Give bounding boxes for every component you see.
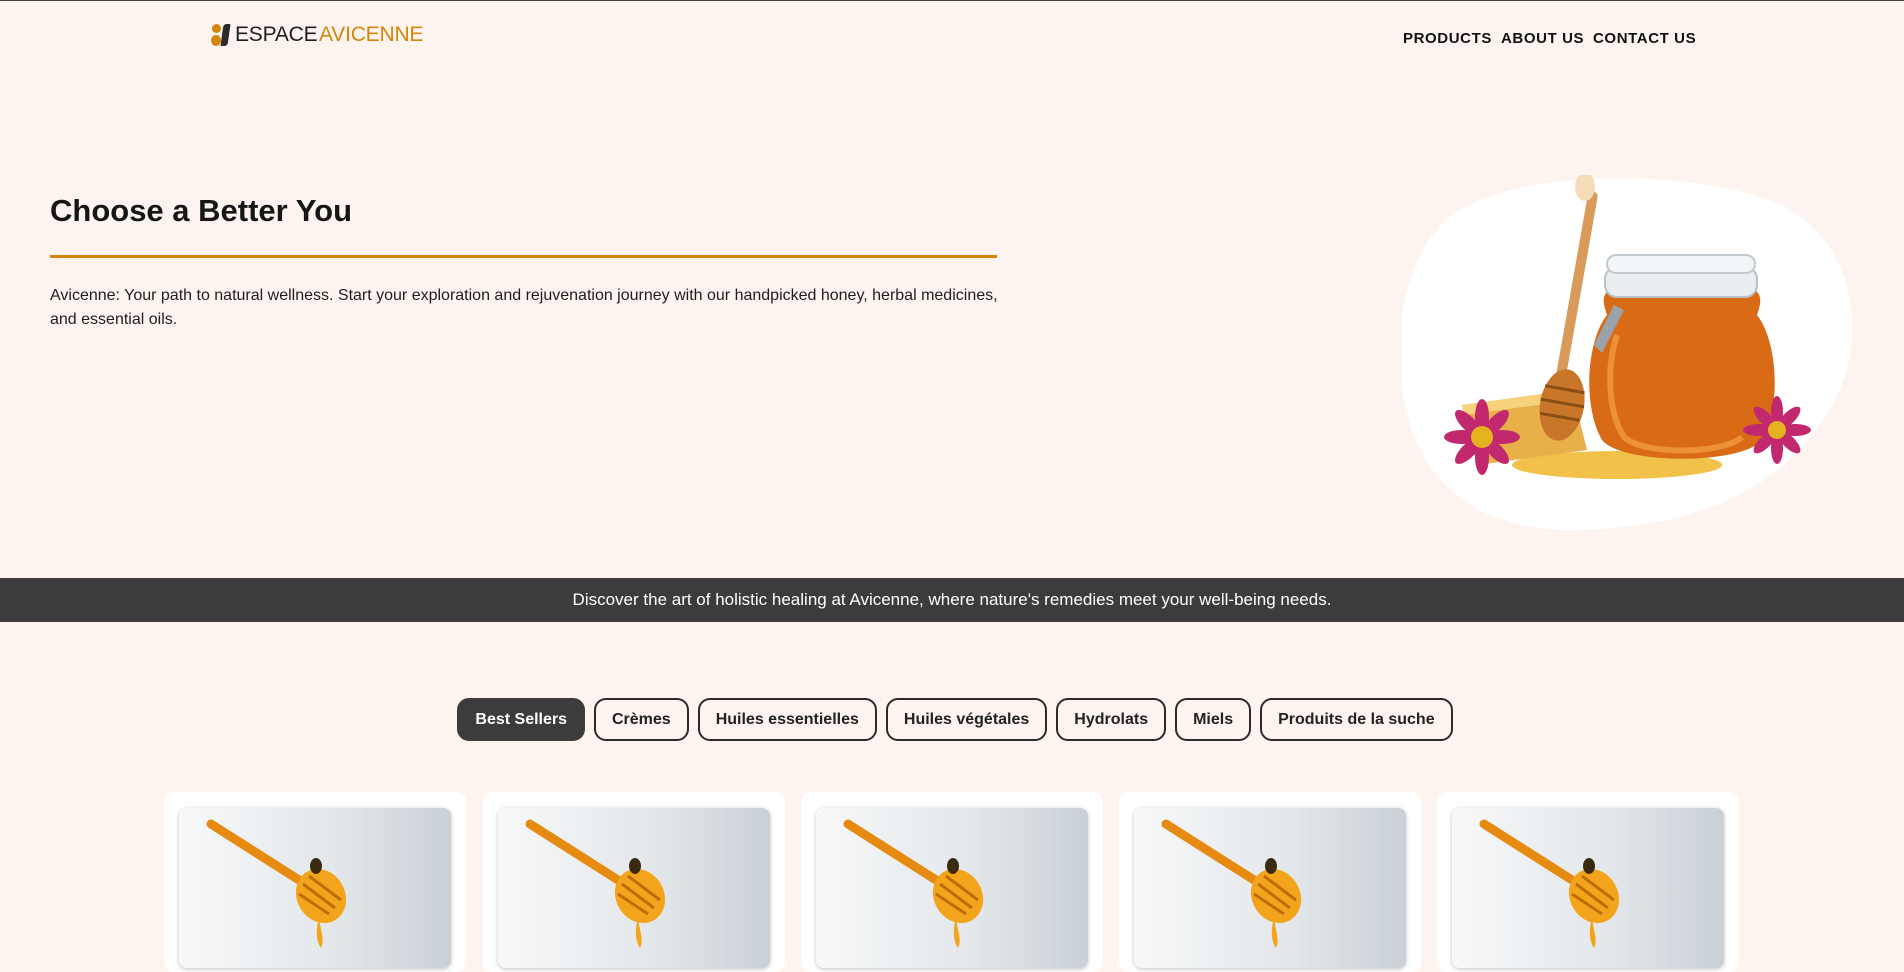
hero-description: Avicenne: Your path to natural wellness.… <box>50 287 998 328</box>
brand-logo[interactable]: ESPACE AVICENNE <box>210 22 423 48</box>
tab-huiles-vegetales[interactable]: Huiles végétales <box>885 698 1048 741</box>
honey-dipper-icon <box>843 819 984 948</box>
category-tabs: Best Sellers Crèmes Huiles essentielles … <box>0 698 1904 741</box>
product-image <box>816 808 1088 968</box>
product-card[interactable] <box>801 792 1103 972</box>
honey-dipper-icon <box>525 819 666 948</box>
honey-dipper-icon <box>1161 819 1302 948</box>
hero-divider <box>50 255 997 258</box>
tab-huiles-essentielles[interactable]: Huiles essentielles <box>697 698 877 741</box>
tab-best-sellers[interactable]: Best Sellers <box>457 698 585 741</box>
brand-word-espace: ESPACE <box>235 23 318 46</box>
tab-hydrolats[interactable]: Hydrolats <box>1056 698 1167 741</box>
nav-about-us[interactable]: ABOUT US <box>1501 30 1584 47</box>
tab-miels[interactable]: Miels <box>1175 698 1252 741</box>
honey-dipper-icon <box>206 819 347 948</box>
product-image <box>1452 808 1724 968</box>
logo-icon <box>210 22 232 48</box>
honey-jar-image <box>1402 175 1853 530</box>
product-image <box>498 808 770 968</box>
tab-produits-de-la-suche[interactable]: Produits de la suche <box>1260 698 1453 741</box>
brand-word-avicenne: AVICENNE <box>319 23 424 46</box>
product-image <box>1134 808 1406 968</box>
product-card[interactable] <box>483 792 785 972</box>
product-card[interactable] <box>1437 792 1739 972</box>
tab-cremes[interactable]: Crèmes <box>594 698 689 741</box>
site-header: ESPACE AVICENNE PRODUCTS ABOUT US CONTAC… <box>0 0 1904 70</box>
tagline-banner: Discover the art of holistic healing at … <box>0 578 1904 622</box>
product-image <box>179 808 451 968</box>
hero-title: Choose a Better You <box>50 193 353 228</box>
brand-name: ESPACE AVICENNE <box>235 22 423 48</box>
nav-contact-us[interactable]: CONTACT US <box>1593 30 1696 47</box>
nav-products[interactable]: PRODUCTS <box>1403 30 1492 47</box>
honey-dipper-icon <box>1479 819 1620 948</box>
product-card[interactable] <box>164 792 466 972</box>
product-card[interactable] <box>1119 792 1421 972</box>
